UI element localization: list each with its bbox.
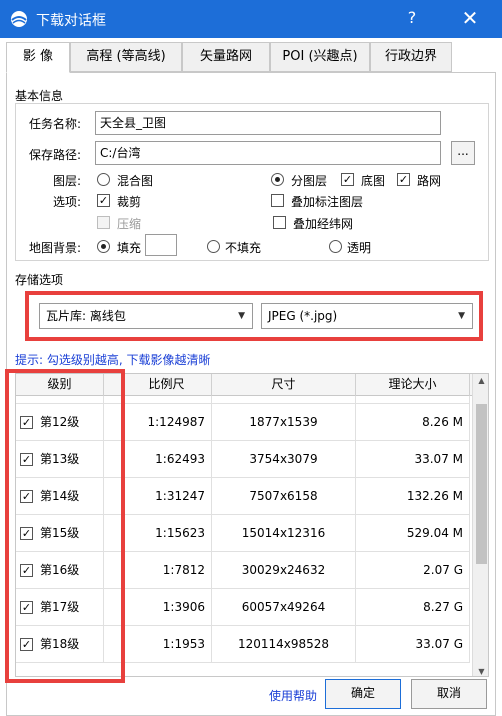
layer-road-label: 路网	[417, 174, 442, 188]
tab-panel-imagery: 基本信息 任务名称: 天全县_卫图 保存路径: C:/台湾 ... 图层: 混合…	[5, 72, 496, 716]
header-size[interactable]: 尺寸	[212, 374, 356, 396]
tab-strip: 影 像 高程 (等高线) 矢量路网 POI (兴趣点) 行政边界	[6, 42, 496, 73]
tab-poi[interactable]: POI (兴趣点)	[270, 42, 370, 72]
bg-transparent-label: 透明	[347, 241, 372, 255]
crop-label: 裁剪	[117, 195, 142, 209]
save-path-input[interactable]: C:/台湾	[95, 141, 441, 165]
storage-options-heading: 存储选项	[15, 273, 64, 287]
window-title: 下载对话框	[36, 13, 106, 29]
bg-nofill-radio[interactable]	[207, 240, 220, 253]
layer-label: 图层:	[53, 174, 82, 188]
task-name-input[interactable]: 天全县_卫图	[95, 111, 441, 135]
layer-road-checkbox[interactable]: ✓	[397, 173, 410, 186]
theory-size-cell: 33.07 M	[356, 441, 470, 478]
scrollbar-thumb[interactable]	[476, 404, 487, 564]
theory-size-cell: 132.26 M	[356, 478, 470, 515]
overlay-annotation-label: 叠加标注图层	[291, 195, 364, 209]
theory-size-cell: 529.04 M	[356, 515, 470, 552]
bg-fill-radio[interactable]	[97, 240, 110, 253]
scale-cell: 1:124987	[122, 404, 212, 441]
size-cell: 15014x12316	[212, 515, 356, 552]
scroll-up-icon[interactable]: ▲	[473, 376, 488, 385]
scale-cell: 1:62493	[122, 441, 212, 478]
crop-checkbox[interactable]: ✓	[97, 194, 110, 207]
usage-help-link[interactable]: 使用帮助	[269, 687, 317, 704]
tab-imagery[interactable]: 影 像	[6, 42, 70, 73]
size-cell: 7507x6158	[212, 478, 356, 515]
overlay-annotation-checkbox[interactable]	[271, 194, 284, 207]
tab-admin-boundary[interactable]: 行政边界	[370, 42, 452, 72]
scale-cell: 1:3906	[122, 589, 212, 626]
hint-text: 提示: 勾选级别越高, 下载影像越清晰	[15, 353, 211, 367]
storage-highlight-box	[25, 291, 483, 341]
map-background-label: 地图背景:	[29, 241, 82, 255]
bg-nofill-label: 不填充	[225, 241, 262, 255]
theory-size-cell: 33.07 G	[356, 626, 470, 663]
header-theory-size[interactable]: 理论大小	[356, 374, 470, 396]
close-button[interactable]: ✕	[458, 6, 482, 30]
layer-split-label: 分图层	[291, 174, 328, 188]
overlay-grid-label: 叠加经纬网	[293, 217, 354, 231]
level-column-highlight-box	[5, 369, 125, 683]
scroll-down-icon[interactable]: ▼	[473, 667, 488, 676]
layer-base-label: 底图	[361, 174, 386, 188]
help-button[interactable]: ?	[402, 8, 422, 27]
theory-size-cell: 8.26 M	[356, 404, 470, 441]
app-logo-icon	[11, 11, 27, 27]
bg-fill-label: 填充	[117, 241, 142, 255]
compress-label: 压缩	[117, 217, 142, 231]
basic-info-heading: 基本信息	[15, 89, 64, 103]
header-scale[interactable]: 比例尺	[122, 374, 212, 396]
scale-cell: 1:1953	[122, 626, 212, 663]
save-path-label: 保存路径:	[29, 148, 82, 162]
size-cell: 30029x24632	[212, 552, 356, 589]
task-name-label: 任务名称:	[29, 117, 82, 131]
layer-mixed-label: 混合图	[117, 174, 154, 188]
layer-split-radio[interactable]	[271, 173, 284, 186]
ok-button[interactable]: 确定	[325, 679, 401, 709]
browse-button[interactable]: ...	[451, 141, 475, 165]
theory-size-cell: 8.27 G	[356, 589, 470, 626]
size-cell: 60057x49264	[212, 589, 356, 626]
grid-vertical-scrollbar[interactable]: ▲ ▼	[472, 374, 488, 676]
option-label: 选项:	[53, 195, 82, 209]
size-cell: 120114x98528	[212, 626, 356, 663]
scale-cell: 1:31247	[122, 478, 212, 515]
cancel-button[interactable]: 取消	[411, 679, 487, 709]
tab-elevation[interactable]: 高程 (等高线)	[70, 42, 182, 72]
compress-checkbox[interactable]	[97, 216, 110, 229]
tab-road-network[interactable]: 矢量路网	[182, 42, 270, 72]
theory-size-cell: 2.07 G	[356, 552, 470, 589]
overlay-grid-checkbox[interactable]	[273, 216, 286, 229]
scale-cell: 1:15623	[122, 515, 212, 552]
layer-mixed-radio[interactable]	[97, 173, 110, 186]
bg-transparent-radio[interactable]	[329, 240, 342, 253]
size-cell: 3754x3079	[212, 441, 356, 478]
fill-color-box[interactable]	[145, 234, 177, 256]
size-cell: 1877x1539	[212, 404, 356, 441]
scale-cell: 1:7812	[122, 552, 212, 589]
title-bar: 下载对话框 ? ✕	[0, 0, 502, 38]
layer-base-checkbox[interactable]: ✓	[341, 173, 354, 186]
